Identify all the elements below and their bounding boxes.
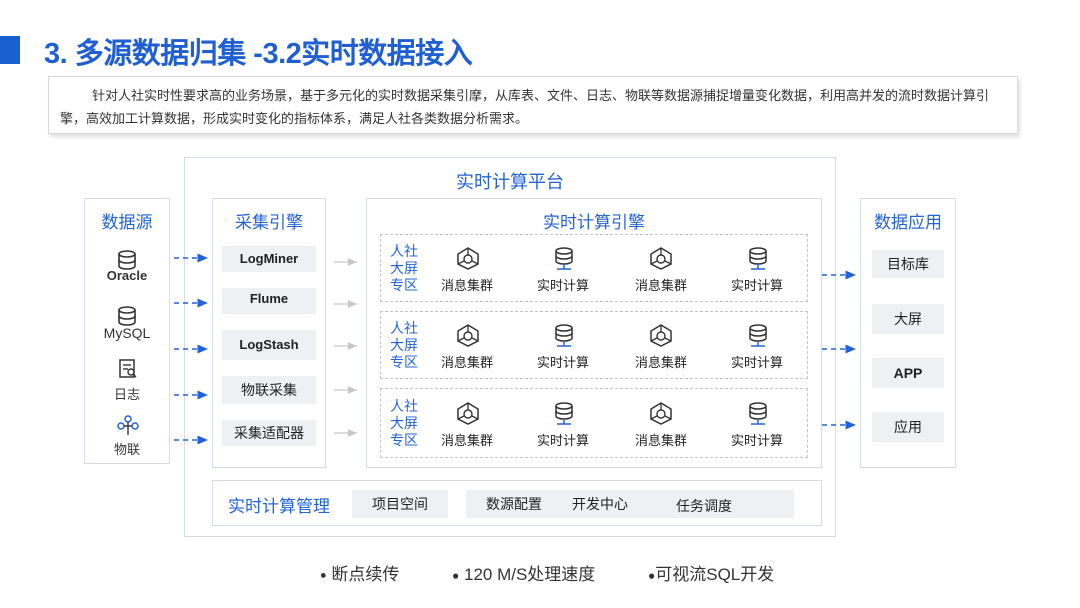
message-cluster-icon xyxy=(455,323,481,352)
management-item-project-space: 项目空间 xyxy=(352,490,448,518)
lane-2-node-3: 消息集群 xyxy=(634,355,687,370)
lane-2-node-2: 实时计算 xyxy=(536,355,589,370)
collect-engine-title: 采集引擎 xyxy=(235,213,303,232)
lane-1-node-4: 实时计算 xyxy=(730,278,783,293)
compute-server-icon xyxy=(553,324,575,353)
management-item-dev-center: 开发中心 xyxy=(572,496,628,512)
lane-3-node-2: 实时计算 xyxy=(536,433,589,448)
lane-1-node-1: 消息集群 xyxy=(440,278,493,293)
message-cluster-icon xyxy=(455,246,481,275)
collect-item-flume: Flume xyxy=(222,288,316,314)
feature-resume: ● 断点续传 xyxy=(320,565,400,584)
message-cluster-icon xyxy=(648,401,674,430)
lane-3-zone: 人社 大屏 专区 xyxy=(390,398,418,448)
message-cluster-icon xyxy=(455,401,481,430)
compute-server-icon xyxy=(747,324,769,353)
lane-3-node-4: 实时计算 xyxy=(730,433,783,448)
lane-1-node-3: 消息集群 xyxy=(634,278,687,293)
lane-3-node-3: 消息集群 xyxy=(634,433,687,448)
compute-server-icon xyxy=(553,402,575,431)
compute-server-icon xyxy=(747,247,769,276)
lane-2-zone: 人社 大屏 专区 xyxy=(390,320,418,370)
message-cluster-icon xyxy=(648,246,674,275)
collect-item-logminer: LogMiner xyxy=(222,246,316,272)
compute-engine-title: 实时计算引擎 xyxy=(543,213,645,232)
app-item-app: APP xyxy=(872,358,944,388)
lane-1-node-2: 实时计算 xyxy=(536,278,589,293)
app-item-big-screen: 大屏 xyxy=(872,304,944,334)
management-item-source-config: 数源配置 xyxy=(466,490,562,518)
lane-1-zone: 人社 大屏 专区 xyxy=(390,243,418,293)
lane-3-node-1: 消息集群 xyxy=(440,433,493,448)
message-cluster-icon xyxy=(648,323,674,352)
feature-speed: ● 120 M/S处理速度 xyxy=(452,565,596,584)
collect-item-iot: 物联采集 xyxy=(222,376,316,404)
compute-server-icon xyxy=(747,402,769,431)
lane-2-node-4: 实时计算 xyxy=(730,355,783,370)
feature-visual-sql: ●可视流SQL开发 xyxy=(648,565,775,584)
management-item-task-schedule: 任务调度 xyxy=(676,498,732,514)
data-apps-title: 数据应用 xyxy=(874,213,942,232)
collect-item-logstash: LogStash xyxy=(222,330,316,360)
app-item-application: 应用 xyxy=(872,412,944,442)
collect-item-adapter: 采集适配器 xyxy=(222,420,316,446)
lane-2-node-1: 消息集群 xyxy=(440,355,493,370)
app-item-target-db: 目标库 xyxy=(872,250,944,278)
management-title: 实时计算管理 xyxy=(228,497,330,516)
compute-server-icon xyxy=(553,247,575,276)
